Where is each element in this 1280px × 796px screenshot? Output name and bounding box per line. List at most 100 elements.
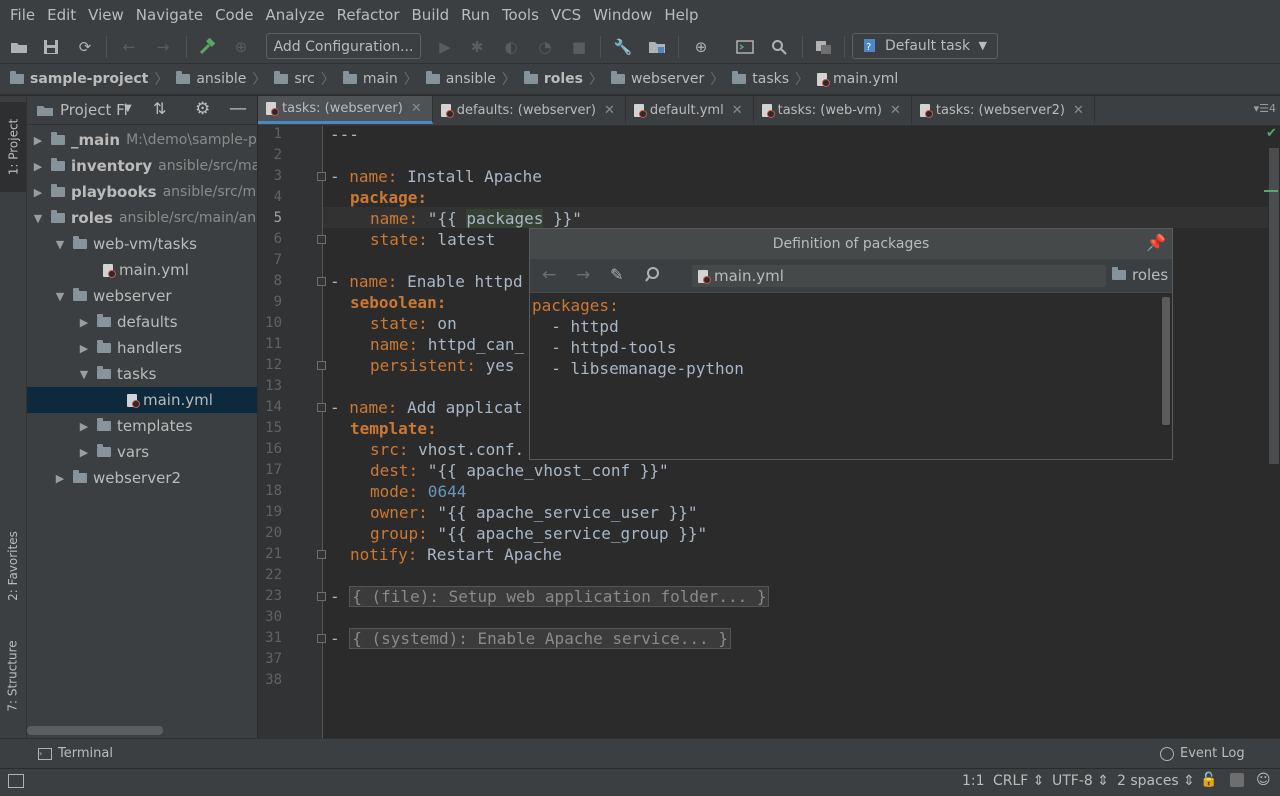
wrench-icon[interactable]: 🔧 — [612, 36, 634, 58]
toggle-tool-windows-icon[interactable] — [8, 774, 24, 788]
tree-item-main[interactable]: ▶ _main M:\demo\sample-p — [27, 127, 257, 153]
debug-icon[interactable]: ✱ — [466, 36, 488, 58]
fold-toggle[interactable] — [317, 361, 326, 370]
breadcrumb-item[interactable]: ansible — [176, 71, 246, 87]
menu-file[interactable]: File — [4, 0, 41, 30]
tree-item-webserver[interactable]: ▼ webserver — [27, 283, 257, 309]
menu-navigate[interactable]: Navigate — [130, 0, 209, 30]
fold-toggle[interactable] — [317, 634, 326, 643]
tree-item-main-yml-selected[interactable]: main.yml — [27, 387, 257, 413]
chevron-right-icon[interactable]: ▶ — [77, 420, 91, 433]
tree-item-webserver2[interactable]: ▶ webserver2 — [27, 465, 257, 491]
coverage-icon[interactable]: ◐ — [500, 36, 522, 58]
tree-item-playbooks[interactable]: ▶ playbooks ansible/src/m — [27, 179, 257, 205]
chevron-down-icon[interactable]: ▼ — [77, 368, 91, 381]
terminal-window-icon[interactable] — [734, 36, 756, 58]
tree-item-web-vm-tasks[interactable]: ▼ web-vm/tasks — [27, 231, 257, 257]
chevron-right-icon[interactable]: ▶ — [77, 446, 91, 459]
event-log-tab[interactable]: Event Log — [1160, 746, 1245, 761]
chevron-right-icon[interactable]: ▶ — [31, 160, 45, 173]
folded-block[interactable]: { (systemd): Enable Apache service... } — [349, 628, 731, 649]
find-usages-icon[interactable] — [644, 266, 662, 286]
menu-code[interactable]: Code — [209, 0, 259, 30]
project-tool-tab[interactable]: 1: Project — [0, 102, 26, 192]
breadcrumb-item[interactable]: ansible — [425, 71, 496, 87]
menu-analyze[interactable]: Analyze — [259, 0, 330, 30]
add-configuration-button[interactable]: Add Configuration... — [266, 33, 421, 59]
tab-default-yml[interactable]: default.yml ✕ — [626, 96, 754, 124]
tab-defaults-webserver[interactable]: defaults: (webserver) ✕ — [433, 96, 626, 124]
menu-view[interactable]: View — [82, 0, 130, 30]
close-icon[interactable]: ✕ — [1073, 103, 1084, 118]
breadcrumb-item[interactable]: src — [274, 71, 315, 87]
chevron-right-icon[interactable]: ▶ — [31, 134, 45, 147]
favorites-tool-tab[interactable]: 2: Favorites — [0, 516, 26, 616]
tree-item-vars[interactable]: ▶ vars — [27, 439, 257, 465]
task-selector[interactable]: ? Default task ▼ — [852, 33, 998, 59]
fold-toggle[interactable] — [317, 172, 326, 181]
pin-icon[interactable]: 📌 — [1146, 233, 1166, 252]
back-icon[interactable]: ← — [118, 36, 140, 58]
breadcrumb-item[interactable]: tasks — [732, 71, 789, 87]
tab-tasks-webserver[interactable]: tasks: (webserver) ✕ — [258, 96, 433, 124]
breadcrumb-item[interactable]: sample-project — [10, 71, 148, 87]
profile-icon[interactable]: ◔ — [534, 36, 556, 58]
forward-icon[interactable]: → — [152, 36, 174, 58]
horizontal-scrollbar[interactable] — [27, 726, 163, 735]
close-icon[interactable]: ✕ — [732, 103, 743, 118]
menu-run[interactable]: Run — [455, 0, 496, 30]
fold-toggle[interactable] — [317, 277, 326, 286]
run-icon[interactable]: ▶ — [434, 36, 456, 58]
chevron-right-icon[interactable]: ▶ — [53, 472, 67, 485]
breadcrumb-item[interactable]: main.yml — [817, 71, 898, 87]
terminal-tab[interactable]: › Terminal — [38, 746, 113, 761]
edit-icon[interactable]: ✎ — [610, 265, 623, 284]
database-icon[interactable] — [812, 36, 834, 58]
tree-item-defaults[interactable]: ▶ defaults — [27, 309, 257, 335]
tree-item-main-yml[interactable]: main.yml — [27, 257, 257, 283]
save-icon[interactable] — [40, 36, 62, 58]
build-hammer-icon[interactable] — [196, 36, 218, 58]
chevron-down-icon[interactable]: ▼ — [53, 238, 67, 251]
sync-icon[interactable]: ⟳ — [74, 36, 96, 58]
breadcrumb-item[interactable]: roles — [523, 71, 583, 87]
menu-window[interactable]: Window — [587, 0, 658, 30]
search-icon[interactable] — [768, 36, 790, 58]
chevron-right-icon[interactable]: ▶ — [77, 316, 91, 329]
lock-icon[interactable]: 🔓 — [1200, 772, 1217, 788]
inspection-icon[interactable] — [1230, 773, 1244, 787]
structure-tool-tab[interactable]: 7: Structure — [0, 626, 26, 726]
fold-toggle[interactable] — [317, 550, 326, 559]
caret-position[interactable]: 1:1 — [962, 773, 985, 789]
chevron-down-icon[interactable]: ▼ — [53, 290, 67, 303]
tab-tasks-web-vm[interactable]: tasks: (web-vm) ✕ — [754, 96, 912, 124]
fold-toggle[interactable] — [317, 235, 326, 244]
chevron-down-icon[interactable]: ▼ — [124, 103, 132, 114]
crosshair-icon[interactable]: ⊕ — [230, 36, 252, 58]
open-folder-icon[interactable] — [8, 36, 30, 58]
breadcrumb-item[interactable]: webserver — [610, 71, 704, 87]
menu-vcs[interactable]: VCS — [545, 0, 587, 30]
hide-panel-icon[interactable]: — — [229, 98, 247, 119]
tree-item-tasks[interactable]: ▼ tasks — [27, 361, 257, 387]
menu-tools[interactable]: Tools — [496, 0, 545, 30]
menu-refactor[interactable]: Refactor — [331, 0, 406, 30]
chevron-right-icon[interactable]: ▶ — [31, 186, 45, 199]
tree-item-handlers[interactable]: ▶ handlers — [27, 335, 257, 361]
scrollbar-thumb[interactable] — [1269, 148, 1279, 464]
close-icon[interactable]: ✕ — [890, 103, 901, 118]
menu-help[interactable]: Help — [658, 0, 704, 30]
forward-icon[interactable]: → — [576, 265, 590, 285]
stop-icon[interactable]: ■ — [568, 36, 590, 58]
tree-item-roles[interactable]: ▼ roles ansible/src/main/an — [27, 205, 257, 231]
tree-item-inventory[interactable]: ▶ inventory ansible/src/ma — [27, 153, 257, 179]
collapse-all-icon[interactable]: ⇅ — [153, 99, 166, 118]
project-structure-icon[interactable] — [646, 36, 668, 58]
editor-scrollbar[interactable]: ✔ — [1264, 126, 1280, 738]
close-icon[interactable]: ✕ — [604, 103, 615, 118]
fold-toggle[interactable] — [317, 403, 326, 412]
tab-tasks-webserver2[interactable]: tasks: (webserver2) ✕ — [912, 96, 1095, 124]
gear-icon[interactable]: ⚙ — [195, 99, 210, 119]
plugin-icon[interactable]: ⊕ — [690, 36, 712, 58]
tab-overflow-button[interactable]: ▾☰4 — [1254, 102, 1276, 115]
